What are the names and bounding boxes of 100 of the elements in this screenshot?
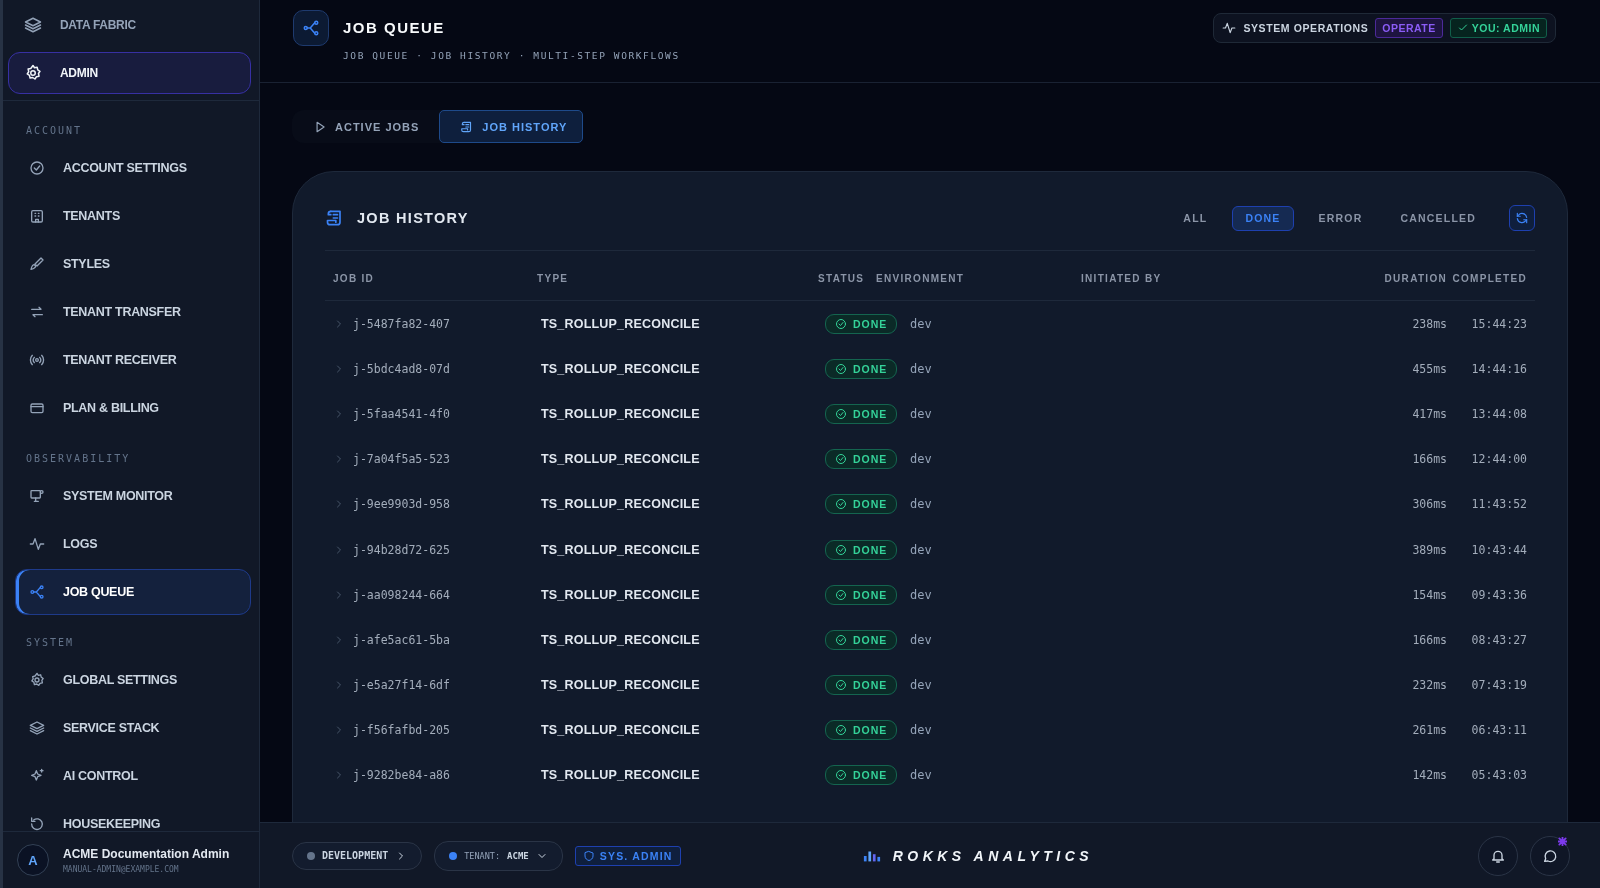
duration: 166ms (1411, 632, 1447, 647)
shield-icon (582, 849, 595, 862)
column-header: ENVIRONMENT (876, 273, 966, 284)
column-header: INITIATED BY (1081, 273, 1163, 284)
duration: 142ms (1411, 768, 1447, 783)
filter-button[interactable]: ERROR (1305, 205, 1376, 231)
status-dot (449, 851, 458, 860)
sidebar-item[interactable]: AI CONTROL (8, 753, 251, 799)
sidebar-item[interactable]: DATA FABRIC (8, 4, 251, 46)
column-header: STATUS (818, 273, 866, 284)
filter-button[interactable]: DONE (1232, 205, 1294, 231)
tenant-selector[interactable]: TENANT: ACME (434, 840, 563, 871)
sidebar-item[interactable]: GLOBAL SETTINGS (8, 657, 251, 703)
job-type: TS_ROLLUP_RECONCILE (540, 406, 701, 421)
status-badge: DONE (825, 449, 898, 470)
status-badge: DONE (825, 675, 898, 696)
settings-icon (29, 672, 45, 688)
status-badge: DONE (825, 629, 898, 650)
sidebar-item[interactable]: STYLES (8, 241, 251, 287)
check-circle-icon (835, 588, 847, 601)
check-circle-icon (835, 543, 847, 556)
data-fabric-icon (24, 16, 42, 34)
status-badge: DONE (825, 313, 898, 334)
brush-icon (29, 256, 45, 272)
sidebar-item[interactable]: PLAN & BILLING (8, 385, 251, 431)
user-name: ACME Documentation Admin (63, 846, 230, 861)
filter-button[interactable]: ALL (1170, 205, 1221, 231)
section-heading: OBSERVABILITY (25, 452, 132, 466)
building-icon (29, 208, 45, 224)
page-title: JOB QUEUE (343, 19, 446, 36)
job-id: j-7a04f5a5-523 (353, 452, 450, 467)
check-circle-icon (835, 724, 847, 737)
workflow-icon (29, 584, 45, 600)
column-header: JOB ID (333, 273, 376, 284)
job-type: TS_ROLLUP_RECONCILE (540, 723, 701, 738)
check-circle-icon (835, 498, 847, 511)
check-circle-icon (835, 362, 847, 375)
user-avatar[interactable]: A (17, 844, 49, 876)
refresh-button[interactable] (1509, 205, 1535, 231)
status-dot (307, 851, 315, 860)
job-type: TS_ROLLUP_RECONCILE (540, 587, 701, 602)
completed-time: 10:43:44 (1470, 542, 1527, 557)
sidebar-item[interactable]: TENANTS (8, 193, 251, 239)
status-badge: DONE (825, 584, 898, 605)
sidebar-item[interactable]: HOUSEKEEPING (8, 801, 251, 831)
section-heading: ACCOUNT (25, 124, 84, 138)
filter-button[interactable]: CANCELLED (1387, 205, 1489, 231)
sidebar-item[interactable]: LOGS (8, 521, 251, 567)
chat-button[interactable] (1530, 835, 1570, 876)
section-heading: SYSTEM (25, 636, 76, 650)
sidebar-item[interactable]: ACCOUNT SETTINGS (8, 145, 251, 191)
duration: 166ms (1411, 452, 1447, 467)
sidebar-item[interactable]: JOB QUEUE (15, 569, 251, 615)
column-header: COMPLETED (1451, 273, 1527, 284)
duration: 154ms (1411, 587, 1447, 602)
job-type: TS_ROLLUP_RECONCILE (540, 678, 701, 693)
job-type: TS_ROLLUP_RECONCILE (540, 768, 701, 783)
check-circle-icon (29, 160, 45, 176)
status-badge: DONE (825, 765, 898, 786)
job-type: TS_ROLLUP_RECONCILE (540, 542, 701, 557)
duration: 232ms (1411, 678, 1447, 693)
completed-time: 08:43:27 (1470, 632, 1527, 647)
duration: 306ms (1411, 497, 1447, 512)
status-badge: DONE (825, 494, 898, 515)
transfer-arrows-icon (29, 304, 45, 320)
duration: 417ms (1411, 406, 1447, 421)
sidebar-item[interactable]: TENANT RECEIVER (8, 337, 251, 383)
job-type: TS_ROLLUP_RECONCILE (540, 316, 701, 331)
card-title: JOB HISTORY (357, 210, 470, 226)
job-id: j-5bdc4ad8-07d (353, 361, 450, 376)
job-id: j-9282be84-a86 (353, 768, 450, 783)
notifications-button[interactable] (1478, 835, 1518, 876)
status-badge: DONE (825, 403, 898, 424)
check-circle-icon (835, 407, 847, 420)
job-id: j-9ee9903d-958 (353, 497, 450, 512)
completed-time: 11:43:52 (1470, 497, 1527, 512)
sidebar-item[interactable]: TENANT TRANSFER (8, 289, 251, 335)
mode-badge: OPERATE (1375, 18, 1443, 38)
sidebar-item[interactable]: SYSTEM MONITOR (8, 473, 251, 519)
user-email: MANUAL-ADMIN@EXAMPLE.COM (63, 864, 180, 874)
sidebar-item[interactable]: SERVICE STACK (8, 705, 251, 751)
sidebar-item[interactable]: ADMIN (8, 52, 251, 94)
tab[interactable]: ACTIVE JOBS (292, 110, 436, 143)
completed-time: 05:43:03 (1470, 768, 1527, 783)
job-id: j-5487fa82-407 (353, 316, 450, 331)
workflow-icon (293, 10, 329, 46)
monitor-icon (29, 488, 45, 504)
activity-icon (1222, 21, 1237, 35)
check-circle-icon (835, 453, 847, 466)
chat-icon (1542, 847, 1558, 864)
completed-time: 13:44:08 (1470, 406, 1527, 421)
check-circle-icon (835, 679, 847, 692)
job-id: j-afe5ac61-5ba (353, 632, 450, 647)
duration: 455ms (1411, 361, 1447, 376)
duration: 238ms (1411, 316, 1447, 331)
completed-time: 07:43:19 (1470, 678, 1527, 693)
tab[interactable]: JOB HISTORY (439, 110, 584, 143)
layers-icon (29, 720, 45, 736)
check-circle-icon (835, 633, 847, 646)
environment-selector[interactable]: DEVELOPMENT (292, 841, 423, 870)
